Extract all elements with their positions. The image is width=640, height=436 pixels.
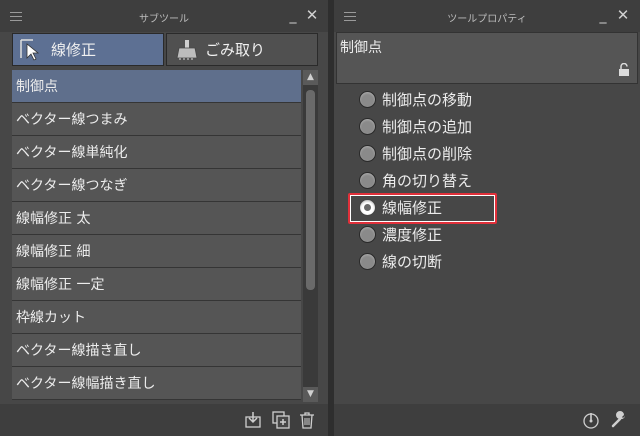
- list-item[interactable]: ベクター線つまみ: [12, 103, 301, 136]
- radio-delete-control-point[interactable]: 制御点の削除: [356, 140, 626, 167]
- tab-dust-removal[interactable]: ごみ取り: [166, 33, 318, 66]
- list-scrollbar[interactable]: ▲ ▼: [303, 70, 318, 402]
- radio-label: 線の切断: [382, 253, 443, 271]
- radio-label: 角の切り替え: [382, 172, 473, 190]
- radio-label: 制御点の移動: [382, 91, 473, 109]
- list-item[interactable]: ベクター線単純化: [12, 136, 301, 169]
- dial-icon[interactable]: [582, 411, 600, 429]
- tab-label: 線修正: [51, 41, 97, 59]
- radio-button[interactable]: [359, 118, 376, 135]
- minimize-icon[interactable]: _: [596, 9, 610, 23]
- property-header-title: 制御点: [340, 40, 382, 56]
- highlight-box: [348, 193, 497, 224]
- list-item[interactable]: 線幅修正 細: [12, 235, 301, 268]
- trash-icon[interactable]: [298, 411, 316, 429]
- radio-label: 濃度修正: [382, 226, 443, 244]
- radio-line-width-correction[interactable]: 線幅修正: [348, 193, 626, 224]
- wrench-icon[interactable]: [610, 411, 628, 429]
- minimize-icon[interactable]: _: [286, 9, 300, 23]
- radio-density-correction[interactable]: 濃度修正: [356, 221, 626, 248]
- sub-tool-panel: サブツール _ ✕ 線修正 ごみ取り 制御点 ベクター線つまみ ベクター線単純化…: [0, 0, 328, 436]
- panel-title: ツールプロパティ: [447, 14, 527, 25]
- tab-label: ごみ取り: [205, 41, 266, 59]
- dust-removal-icon: [176, 39, 198, 60]
- radio-button[interactable]: [359, 91, 376, 108]
- radio-button[interactable]: [359, 172, 376, 189]
- tool-property-bottom-bar: [334, 404, 640, 436]
- radio-button[interactable]: [359, 253, 376, 270]
- list-item[interactable]: ベクター線描き直し: [12, 334, 301, 367]
- unlock-icon[interactable]: [617, 63, 631, 77]
- radio-label: 制御点の追加: [382, 118, 473, 136]
- radio-add-control-point[interactable]: 制御点の追加: [356, 113, 626, 140]
- duplicate-icon[interactable]: [272, 411, 290, 429]
- radio-move-control-point[interactable]: 制御点の移動: [356, 86, 626, 113]
- radio-switch-corner[interactable]: 角の切り替え: [356, 167, 626, 194]
- list-item[interactable]: 線幅修正 一定: [12, 268, 301, 301]
- radio-cut-line[interactable]: 線の切断: [356, 248, 626, 275]
- line-correction-icon: [20, 38, 40, 61]
- list-item[interactable]: ベクター線つなぎ: [12, 169, 301, 202]
- operation-radio-group: 制御点の移動 制御点の追加 制御点の削除 角の切り替え 線幅修正 濃度修正 線の…: [348, 86, 626, 275]
- radio-button[interactable]: [359, 226, 376, 243]
- scroll-thumb[interactable]: [306, 90, 315, 290]
- list-item[interactable]: ベクター線幅描き直し: [12, 367, 301, 400]
- tool-property-panel: ツールプロパティ _ ✕ 制御点 制御点の移動 制御点の追加 制御点の削除 角の…: [334, 0, 640, 436]
- sub-tool-titlebar: サブツール _ ✕: [0, 0, 328, 32]
- close-icon[interactable]: ✕: [616, 8, 630, 23]
- property-header: 制御点: [336, 32, 638, 84]
- close-icon[interactable]: ✕: [305, 8, 319, 23]
- list-item[interactable]: 枠線カット: [12, 301, 301, 334]
- tab-line-correction[interactable]: 線修正: [12, 33, 164, 66]
- scroll-down-icon[interactable]: ▼: [303, 387, 318, 402]
- radio-button[interactable]: [359, 145, 376, 162]
- list-item[interactable]: 線幅修正 太: [12, 202, 301, 235]
- scroll-up-icon[interactable]: ▲: [303, 70, 318, 85]
- panel-title: サブツール: [139, 14, 189, 25]
- tool-property-titlebar: ツールプロパティ _ ✕: [334, 0, 640, 32]
- import-icon[interactable]: [244, 411, 262, 429]
- list-item[interactable]: 制御点: [12, 70, 301, 103]
- sub-tool-bottom-bar: [0, 404, 328, 436]
- radio-label: 制御点の削除: [382, 145, 473, 163]
- sub-tool-list: 制御点 ベクター線つまみ ベクター線単純化 ベクター線つなぎ 線幅修正 太 線幅…: [12, 70, 301, 400]
